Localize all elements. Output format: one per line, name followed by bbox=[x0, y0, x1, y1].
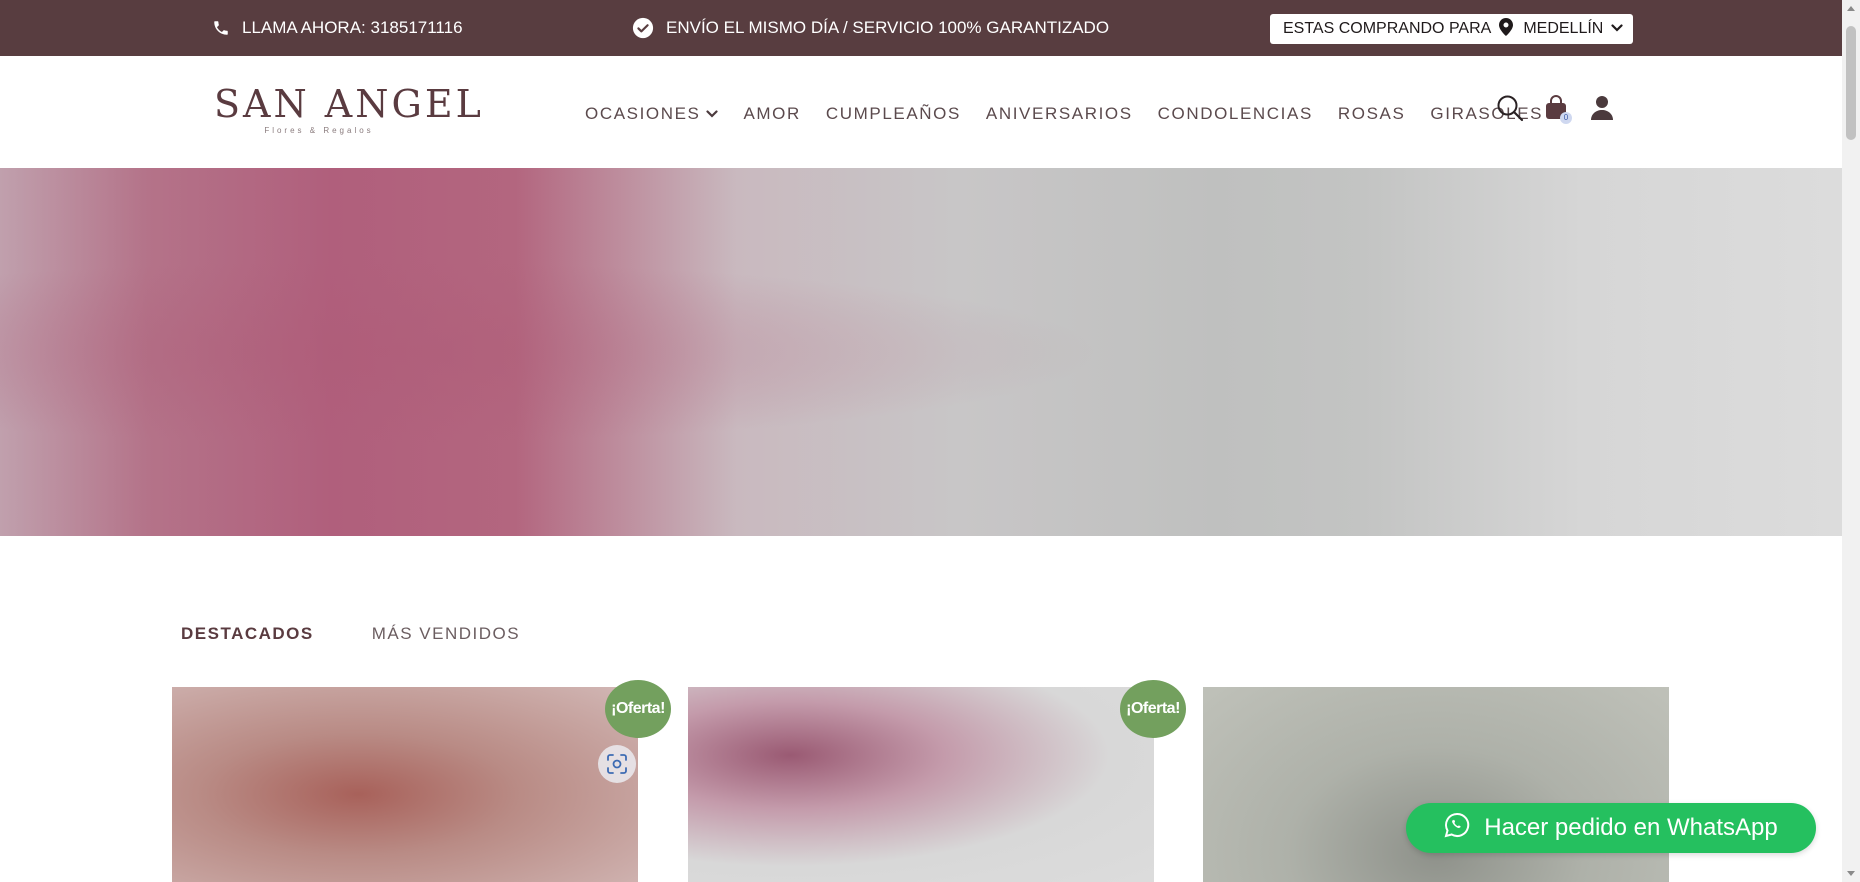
chevron-down-icon bbox=[1611, 20, 1623, 38]
offer-badge: ¡Oferta! bbox=[1120, 680, 1186, 738]
product-card-image[interactable] bbox=[688, 687, 1154, 882]
city-prefix-label: ESTAS COMPRANDO PARA bbox=[1283, 20, 1492, 37]
scroll-down-icon[interactable] bbox=[1847, 871, 1855, 876]
nav-item-ocasiones[interactable]: OCASIONES bbox=[585, 104, 719, 124]
phone-text: LLAMA AHORA: 3185171116 bbox=[242, 18, 463, 37]
hero-banner[interactable] bbox=[0, 168, 1842, 536]
nav-item-amor[interactable]: AMOR bbox=[743, 104, 800, 124]
nav-item-label: OCASIONES bbox=[585, 104, 701, 123]
nav-item-rosas[interactable]: ROSAS bbox=[1338, 104, 1406, 124]
city-name: MEDELLÍN bbox=[1523, 20, 1604, 37]
offer-badge: ¡Oferta! bbox=[605, 680, 671, 738]
map-pin-icon bbox=[1499, 17, 1514, 41]
nav-item-condolencias[interactable]: CONDOLENCIAS bbox=[1158, 104, 1313, 124]
check-circle-icon bbox=[632, 17, 654, 39]
phone-contact[interactable]: LLAMA AHORA: 3185171116 bbox=[212, 0, 463, 56]
scrollbar-thumb[interactable] bbox=[1846, 26, 1856, 140]
brand-logo[interactable]: SAN ANGEL Flores & Regalos bbox=[214, 82, 484, 136]
site-header: SAN ANGEL Flores & Regalos OCASIONES AMO… bbox=[0, 56, 1842, 168]
scroll-up-icon[interactable] bbox=[1847, 6, 1855, 11]
chevron-down-icon bbox=[706, 104, 719, 124]
nav-item-label: ROSAS bbox=[1337, 104, 1406, 123]
tab-mas-vendidos[interactable]: MÁS VENDIDOS bbox=[372, 624, 520, 644]
nav-item-cumpleanos[interactable]: CUMPLEAÑOS bbox=[826, 104, 961, 124]
top-info-bar: LLAMA AHORA: 3185171116 ENVÍO EL MISMO D… bbox=[0, 0, 1842, 56]
city-selector[interactable]: ESTAS COMPRANDO PARA MEDELLÍN bbox=[1270, 14, 1633, 44]
whatsapp-button-label: Hacer pedido en WhatsApp bbox=[1484, 814, 1778, 841]
logo-wordmark: SAN ANGEL bbox=[214, 82, 484, 126]
nav-item-label: CONDOLENCIAS bbox=[1157, 104, 1313, 123]
logo-tagline: Flores & Regalos bbox=[264, 126, 374, 135]
phone-icon bbox=[212, 19, 230, 37]
whatsapp-icon bbox=[1444, 812, 1470, 845]
nav-item-aniversarios[interactable]: ANIVERSARIOS bbox=[986, 104, 1133, 124]
whatsapp-order-button[interactable]: Hacer pedido en WhatsApp bbox=[1406, 803, 1816, 853]
user-icon[interactable] bbox=[1588, 94, 1616, 122]
main-navigation: OCASIONES AMOR CUMPLEAÑOS ANIVERSARIOS C… bbox=[585, 104, 1543, 124]
shipping-notice: ENVÍO EL MISMO DÍA / SERVICIO 100% GARAN… bbox=[632, 0, 1109, 56]
shopping-bag-icon[interactable]: 0 bbox=[1542, 94, 1572, 124]
search-icon[interactable] bbox=[1496, 94, 1524, 122]
product-card-image[interactable] bbox=[172, 687, 638, 882]
cart-count-badge: 0 bbox=[1560, 112, 1572, 124]
shipping-text: ENVÍO EL MISMO DÍA / SERVICIO 100% GARAN… bbox=[666, 18, 1110, 37]
product-tabs: DESTACADOS MÁS VENDIDOS bbox=[181, 624, 520, 644]
header-actions: 0 bbox=[1496, 94, 1616, 124]
zoom-scan-icon[interactable] bbox=[598, 745, 636, 783]
tab-destacados[interactable]: DESTACADOS bbox=[181, 624, 314, 644]
nav-item-label: ANIVERSARIOS bbox=[985, 104, 1133, 123]
nav-item-label: CUMPLEAÑOS bbox=[825, 104, 961, 123]
nav-item-label: AMOR bbox=[743, 104, 801, 123]
page-scrollbar[interactable] bbox=[1842, 0, 1860, 882]
